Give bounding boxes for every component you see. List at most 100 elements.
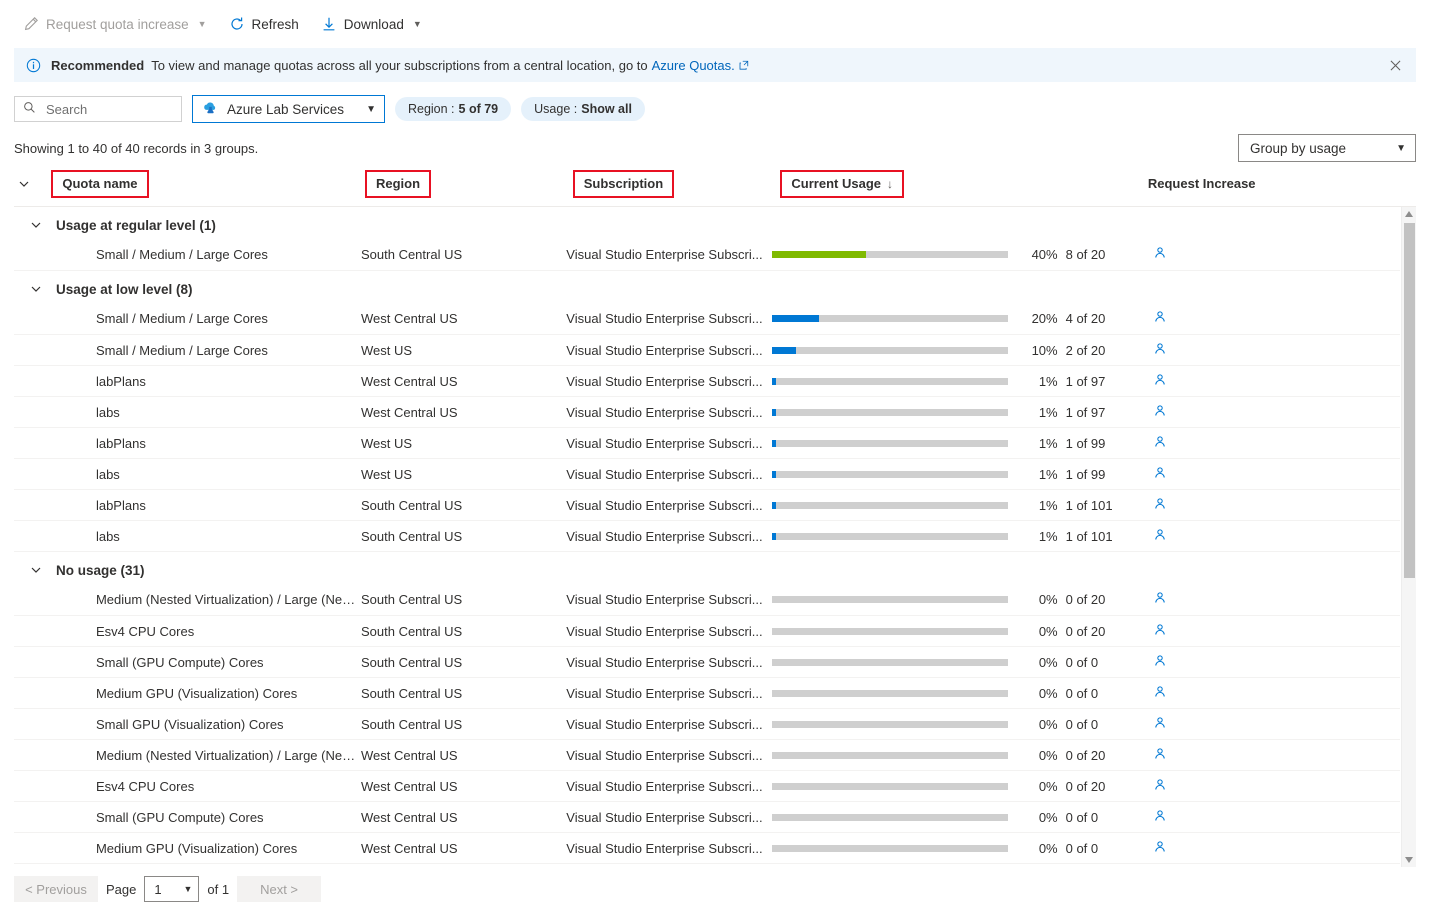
request-increase-person-icon[interactable]: [1153, 623, 1167, 637]
request-increase-person-icon[interactable]: [1153, 747, 1167, 761]
cell-region: West US: [360, 458, 567, 490]
group-title: No usage (31): [56, 562, 145, 578]
info-icon: [26, 58, 41, 73]
table-row[interactable]: Small / Medium / Large Cores South Centra…: [14, 239, 1400, 271]
chevron-down-icon[interactable]: [26, 560, 46, 580]
refresh-button[interactable]: Refresh: [220, 8, 308, 40]
cell-current-usage: 0% 0 of 0: [771, 832, 1131, 864]
download-button[interactable]: Download ▼: [312, 8, 431, 40]
table-row[interactable]: Esv4 CPU Cores South Central US Visual Stu…: [14, 615, 1400, 647]
scrollbar-thumb[interactable]: [1404, 222, 1415, 578]
table-row[interactable]: labPlans South Central US Visual Studio En…: [14, 489, 1400, 521]
search-input[interactable]: [44, 100, 173, 118]
table-row[interactable]: Medium (Nested Virtualization) / Large (…: [14, 739, 1400, 771]
chevron-down-icon[interactable]: [26, 279, 46, 299]
chevron-down-icon[interactable]: [26, 215, 46, 235]
row-spacer-cell: [14, 584, 51, 616]
request-increase-person-icon[interactable]: [1153, 685, 1167, 699]
group-header-row[interactable]: Usage at regular level (1): [14, 207, 1400, 240]
cell-current-usage: 0% 0 of 20: [771, 739, 1131, 771]
column-header-region[interactable]: Region: [365, 162, 573, 207]
request-increase-person-icon[interactable]: [1153, 246, 1167, 260]
request-quota-increase-button[interactable]: Request quota increase ▼: [14, 8, 216, 40]
usage-filter-pill[interactable]: Usage : Show all: [521, 97, 645, 121]
column-header-quota-name[interactable]: Quota name: [51, 162, 365, 207]
chevron-down-icon: ▼: [197, 19, 207, 29]
cell-request-increase: [1130, 739, 1400, 771]
table-row[interactable]: Esv4 CPU Cores West Central US Visual Stud…: [14, 770, 1400, 802]
table-row[interactable]: Small GPU (Visualization) Cores South Cen…: [14, 708, 1400, 740]
request-increase-person-icon[interactable]: [1153, 654, 1167, 668]
request-increase-person-icon[interactable]: [1153, 528, 1167, 542]
request-increase-person-icon[interactable]: [1153, 342, 1167, 356]
usage-percent: 0%: [1038, 592, 1058, 608]
cell-current-usage: 1% 1 of 101: [771, 520, 1131, 552]
request-increase-person-icon[interactable]: [1153, 466, 1167, 480]
request-increase-person-icon[interactable]: [1153, 497, 1167, 511]
region-filter-pill[interactable]: Region : 5 of 79: [394, 97, 512, 121]
table-row[interactable]: labs West Central US Visual Studio Enterpr…: [14, 396, 1400, 428]
cell-quota-name: labs: [50, 396, 361, 428]
page-number-select[interactable]: 1 ▼: [144, 876, 200, 902]
close-banner-button[interactable]: [1382, 52, 1408, 78]
request-increase-person-icon[interactable]: [1153, 373, 1167, 387]
usage-bar-fill: [771, 315, 819, 323]
request-increase-person-icon[interactable]: [1153, 809, 1167, 823]
chevron-down-icon[interactable]: [14, 174, 34, 194]
table-row[interactable]: Medium GPU (Visualization) Cores South Ce…: [14, 677, 1400, 709]
cell-region: West US: [360, 427, 567, 459]
row-spacer-cell: [14, 801, 51, 833]
sort-descending-icon[interactable]: ↓: [887, 177, 893, 191]
group-header-row[interactable]: Usage at low level (8): [14, 271, 1400, 304]
usage-bar-fill: [771, 346, 796, 354]
request-increase-person-icon[interactable]: [1153, 840, 1167, 854]
usage-bar-track: [771, 689, 1008, 697]
usage-bar-fill: [771, 532, 776, 540]
table-row[interactable]: Small / Medium / Large Cores West Central…: [14, 303, 1400, 335]
column-header-current-usage[interactable]: Current Usage ↓: [780, 162, 1144, 207]
table-row[interactable]: labPlans West Central US Visual Studio Ent…: [14, 365, 1400, 397]
next-page-button[interactable]: Next >: [237, 876, 322, 902]
request-increase-person-icon[interactable]: [1153, 778, 1167, 792]
table-row[interactable]: Small / Medium / Large Cores West US Visua…: [14, 334, 1400, 366]
vertical-scrollbar[interactable]: [1401, 206, 1416, 867]
provider-dropdown[interactable]: Azure Lab Services ▼: [192, 95, 385, 123]
usage-percent: 20%: [1031, 311, 1058, 327]
cell-current-usage: 1% 1 of 97: [771, 396, 1131, 428]
request-increase-person-icon[interactable]: [1153, 310, 1167, 324]
scroll-up-arrow-icon[interactable]: [1402, 207, 1416, 221]
table-row[interactable]: labs West US Visual Studio Enterprise Subs…: [14, 458, 1400, 490]
request-increase-person-icon[interactable]: [1153, 435, 1167, 449]
cell-request-increase: [1130, 334, 1400, 366]
request-increase-person-icon[interactable]: [1153, 716, 1167, 730]
chevron-down-icon: ▼: [1396, 142, 1406, 154]
usage-percent: 1%: [1038, 435, 1058, 451]
group-by-dropdown[interactable]: Group by usage ▼: [1238, 134, 1416, 162]
cell-current-usage: 0% 0 of 0: [771, 801, 1131, 833]
table-row[interactable]: Small (GPU Compute) Cores West Central US…: [14, 801, 1400, 833]
cell-quota-name: labPlans: [50, 365, 361, 397]
table-row[interactable]: Small (GPU Compute) Cores South Central U…: [14, 646, 1400, 678]
scroll-down-arrow-icon[interactable]: [1402, 853, 1416, 867]
group-header-cell: Usage at low level (8): [14, 271, 1400, 304]
table-row[interactable]: Medium GPU (Visualization) Cores West Cen…: [14, 832, 1400, 864]
table-row[interactable]: labPlans West US Visual Studio Enterprise …: [14, 427, 1400, 459]
group-header-row[interactable]: No usage (31): [14, 552, 1400, 585]
search-box[interactable]: [14, 96, 182, 122]
table-row[interactable]: Medium (Nested Virtualization) / Large (…: [14, 584, 1400, 616]
usage-of-value: 0 of 0: [1065, 840, 1099, 856]
request-increase-person-icon[interactable]: [1153, 591, 1167, 605]
usage-bar-fill: [771, 501, 776, 509]
usage-bar-fill: [771, 408, 776, 416]
request-quota-increase-label: Request quota increase: [46, 16, 189, 32]
cell-quota-name: Esv4 CPU Cores: [50, 615, 361, 647]
table-row[interactable]: labs South Central US Visual Studio Enterp…: [14, 520, 1400, 552]
cell-current-usage: 20% 4 of 20: [771, 303, 1131, 335]
chevron-down-icon: ▼: [366, 103, 376, 115]
usage-of-value: 0 of 0: [1065, 809, 1099, 825]
request-increase-person-icon[interactable]: [1153, 404, 1167, 418]
usage-bar-fill: [771, 439, 776, 447]
column-header-subscription[interactable]: Subscription: [572, 162, 781, 207]
previous-page-button[interactable]: < Previous: [14, 876, 98, 902]
azure-quotas-link[interactable]: Azure Quotas.: [652, 58, 735, 73]
